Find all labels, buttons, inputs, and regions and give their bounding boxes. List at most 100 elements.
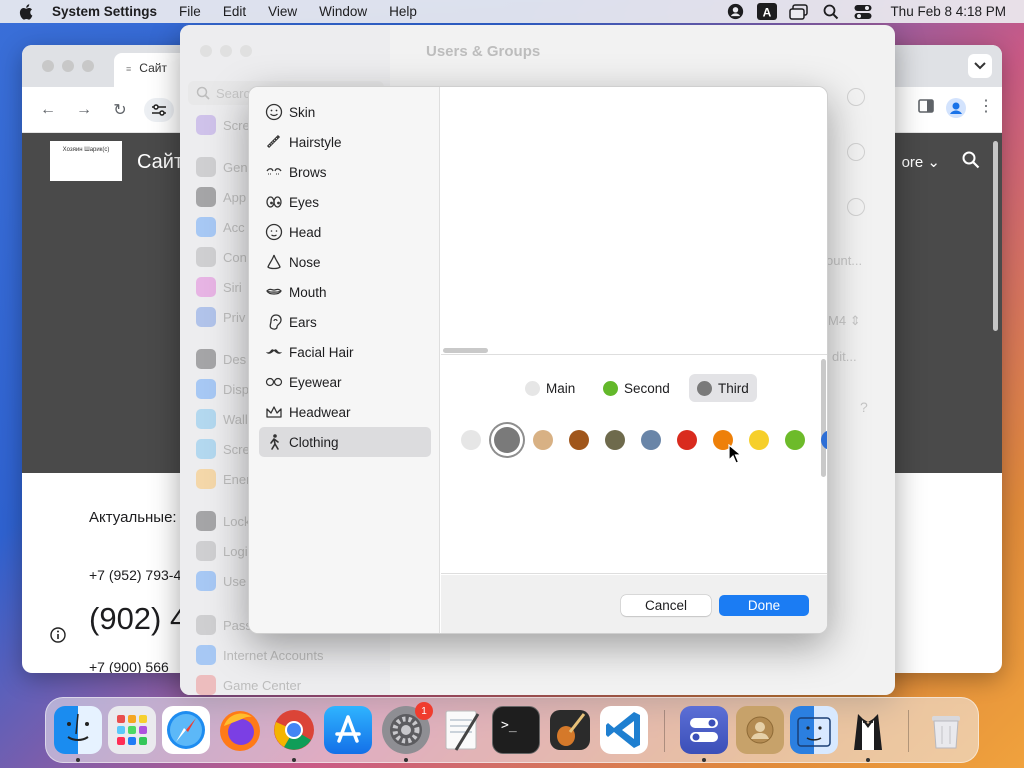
category-headwear[interactable]: Headwear	[259, 397, 431, 427]
color-swatch[interactable]	[494, 427, 520, 453]
color-slot-second[interactable]: Second	[595, 374, 678, 402]
back-arrow-icon[interactable]: ←	[36, 98, 60, 122]
color-slot-swatch	[525, 380, 540, 396]
color-slot-third[interactable]: Third	[689, 374, 757, 402]
display-mirror-icon[interactable]	[786, 2, 812, 22]
site-search-icon[interactable]	[962, 151, 980, 172]
dock-safari[interactable]	[162, 706, 210, 754]
site-logo-text: Хозяин Шарик(с)	[62, 147, 110, 153]
color-swatch[interactable]	[533, 430, 553, 450]
dock-control-center[interactable]	[680, 706, 728, 754]
finder-face-icon	[797, 717, 831, 747]
category-label: Nose	[289, 254, 321, 270]
color-swatch[interactable]	[785, 430, 805, 450]
category-mouth[interactable]: Mouth	[259, 277, 431, 307]
category-clothing[interactable]: Clothing	[259, 427, 431, 457]
trash-icon	[932, 716, 960, 749]
dock-terminal[interactable]: >_	[492, 706, 540, 754]
menu-edit[interactable]: Edit	[223, 4, 246, 19]
smiley-icon	[265, 103, 283, 121]
site-title[interactable]: Сайт	[137, 151, 183, 174]
browser-close-button[interactable]	[42, 60, 54, 72]
category-label: Mouth	[289, 284, 327, 300]
app-menu[interactable]: System Settings	[52, 4, 157, 19]
dock-bartender[interactable]	[844, 706, 892, 754]
input-source-icon[interactable]: A	[754, 2, 780, 22]
color-swatch[interactable]	[569, 430, 589, 450]
apple-menu-icon[interactable]	[18, 3, 36, 21]
category-brows[interactable]: Brows	[259, 157, 431, 187]
running-indicator	[76, 758, 80, 762]
profile-avatar-icon[interactable]	[946, 98, 966, 121]
category-facial-hair[interactable]: Facial Hair	[259, 337, 431, 367]
dock-vscode[interactable]	[600, 706, 648, 754]
menu-window[interactable]: Window	[319, 4, 367, 19]
category-skin[interactable]: Skin	[259, 97, 431, 127]
tab-search-button[interactable]	[968, 54, 992, 78]
dock-garageband[interactable]	[546, 706, 594, 754]
dock-launchpad[interactable]	[108, 706, 156, 754]
vscode-icon	[606, 712, 640, 748]
phone-number[interactable]: +7 (952) 793-4	[89, 567, 181, 583]
control-center-icon[interactable]	[850, 2, 876, 22]
head-icon	[265, 223, 283, 241]
category-label: Eyes	[289, 194, 320, 210]
dock-finder-alt[interactable]	[790, 706, 838, 754]
phone-number-large[interactable]: (902) 4	[89, 601, 187, 637]
site-logo[interactable]: Хозяин Шарик(с)	[50, 141, 122, 181]
preview-scrollbar[interactable]	[443, 348, 488, 353]
phone-number[interactable]: +7 (900) 566	[89, 659, 169, 673]
color-swatch[interactable]	[605, 430, 625, 450]
terminal-icon: >_	[501, 718, 517, 733]
color-swatch[interactable]	[749, 430, 769, 450]
site-settings-icon[interactable]	[144, 97, 174, 122]
menu-view[interactable]: View	[268, 4, 297, 19]
browser-zoom-button[interactable]	[82, 60, 94, 72]
dock-chrome[interactable]	[270, 706, 318, 754]
firefox-icon	[220, 711, 260, 751]
category-eyes[interactable]: Eyes	[259, 187, 431, 217]
category-hairstyle[interactable]: Hairstyle	[259, 127, 431, 157]
safari-icon	[167, 711, 205, 749]
user-account-icon[interactable]	[722, 2, 748, 22]
color-swatch[interactable]	[641, 430, 661, 450]
browser-scrollbar[interactable]	[993, 141, 998, 331]
done-button[interactable]: Done	[719, 595, 809, 616]
color-swatch[interactable]	[677, 430, 697, 450]
color-slot-main[interactable]: Main	[517, 374, 583, 402]
app-store-icon	[335, 715, 361, 743]
dock-firefox[interactable]	[216, 706, 264, 754]
dock-trash[interactable]	[922, 706, 970, 754]
dock-textedit[interactable]	[438, 706, 486, 754]
menu-file[interactable]: File	[179, 4, 201, 19]
dock-app-store[interactable]	[324, 706, 372, 754]
browser-menu-icon[interactable]: ⋮	[978, 98, 994, 121]
menubar-clock[interactable]: Thu Feb 8 4:18 PM	[890, 4, 1006, 19]
category-head[interactable]: Head	[259, 217, 431, 247]
dock-contacts[interactable]	[736, 706, 784, 754]
reload-icon[interactable]: ↻	[108, 98, 132, 122]
running-indicator	[702, 758, 706, 762]
spotlight-icon[interactable]	[818, 2, 844, 22]
category-eyewear[interactable]: Eyewear	[259, 367, 431, 397]
chevron-down-icon: ⌄	[927, 154, 940, 171]
browser-minimize-button[interactable]	[62, 60, 74, 72]
forward-arrow-icon[interactable]: →	[72, 98, 96, 122]
svg-text:A: A	[763, 6, 772, 20]
color-swatch[interactable]	[461, 430, 481, 450]
tuxedo-icon	[854, 714, 882, 750]
toggles-icon	[690, 718, 718, 742]
svg-text:>_: >_	[501, 718, 517, 733]
info-icon[interactable]	[50, 627, 66, 646]
color-slot-label: Second	[624, 380, 670, 396]
side-panel-icon[interactable]	[918, 98, 934, 121]
cancel-button[interactable]: Cancel	[621, 595, 711, 616]
category-nose[interactable]: Nose	[259, 247, 431, 277]
menu-help[interactable]: Help	[389, 4, 417, 19]
dock-finder[interactable]	[54, 706, 102, 754]
textedit-icon	[445, 710, 480, 751]
category-ears[interactable]: Ears	[259, 307, 431, 337]
colors-scrollbar[interactable]	[821, 359, 826, 477]
site-more-menu[interactable]: ore ⌄	[902, 153, 940, 171]
dock-separator	[664, 710, 665, 752]
